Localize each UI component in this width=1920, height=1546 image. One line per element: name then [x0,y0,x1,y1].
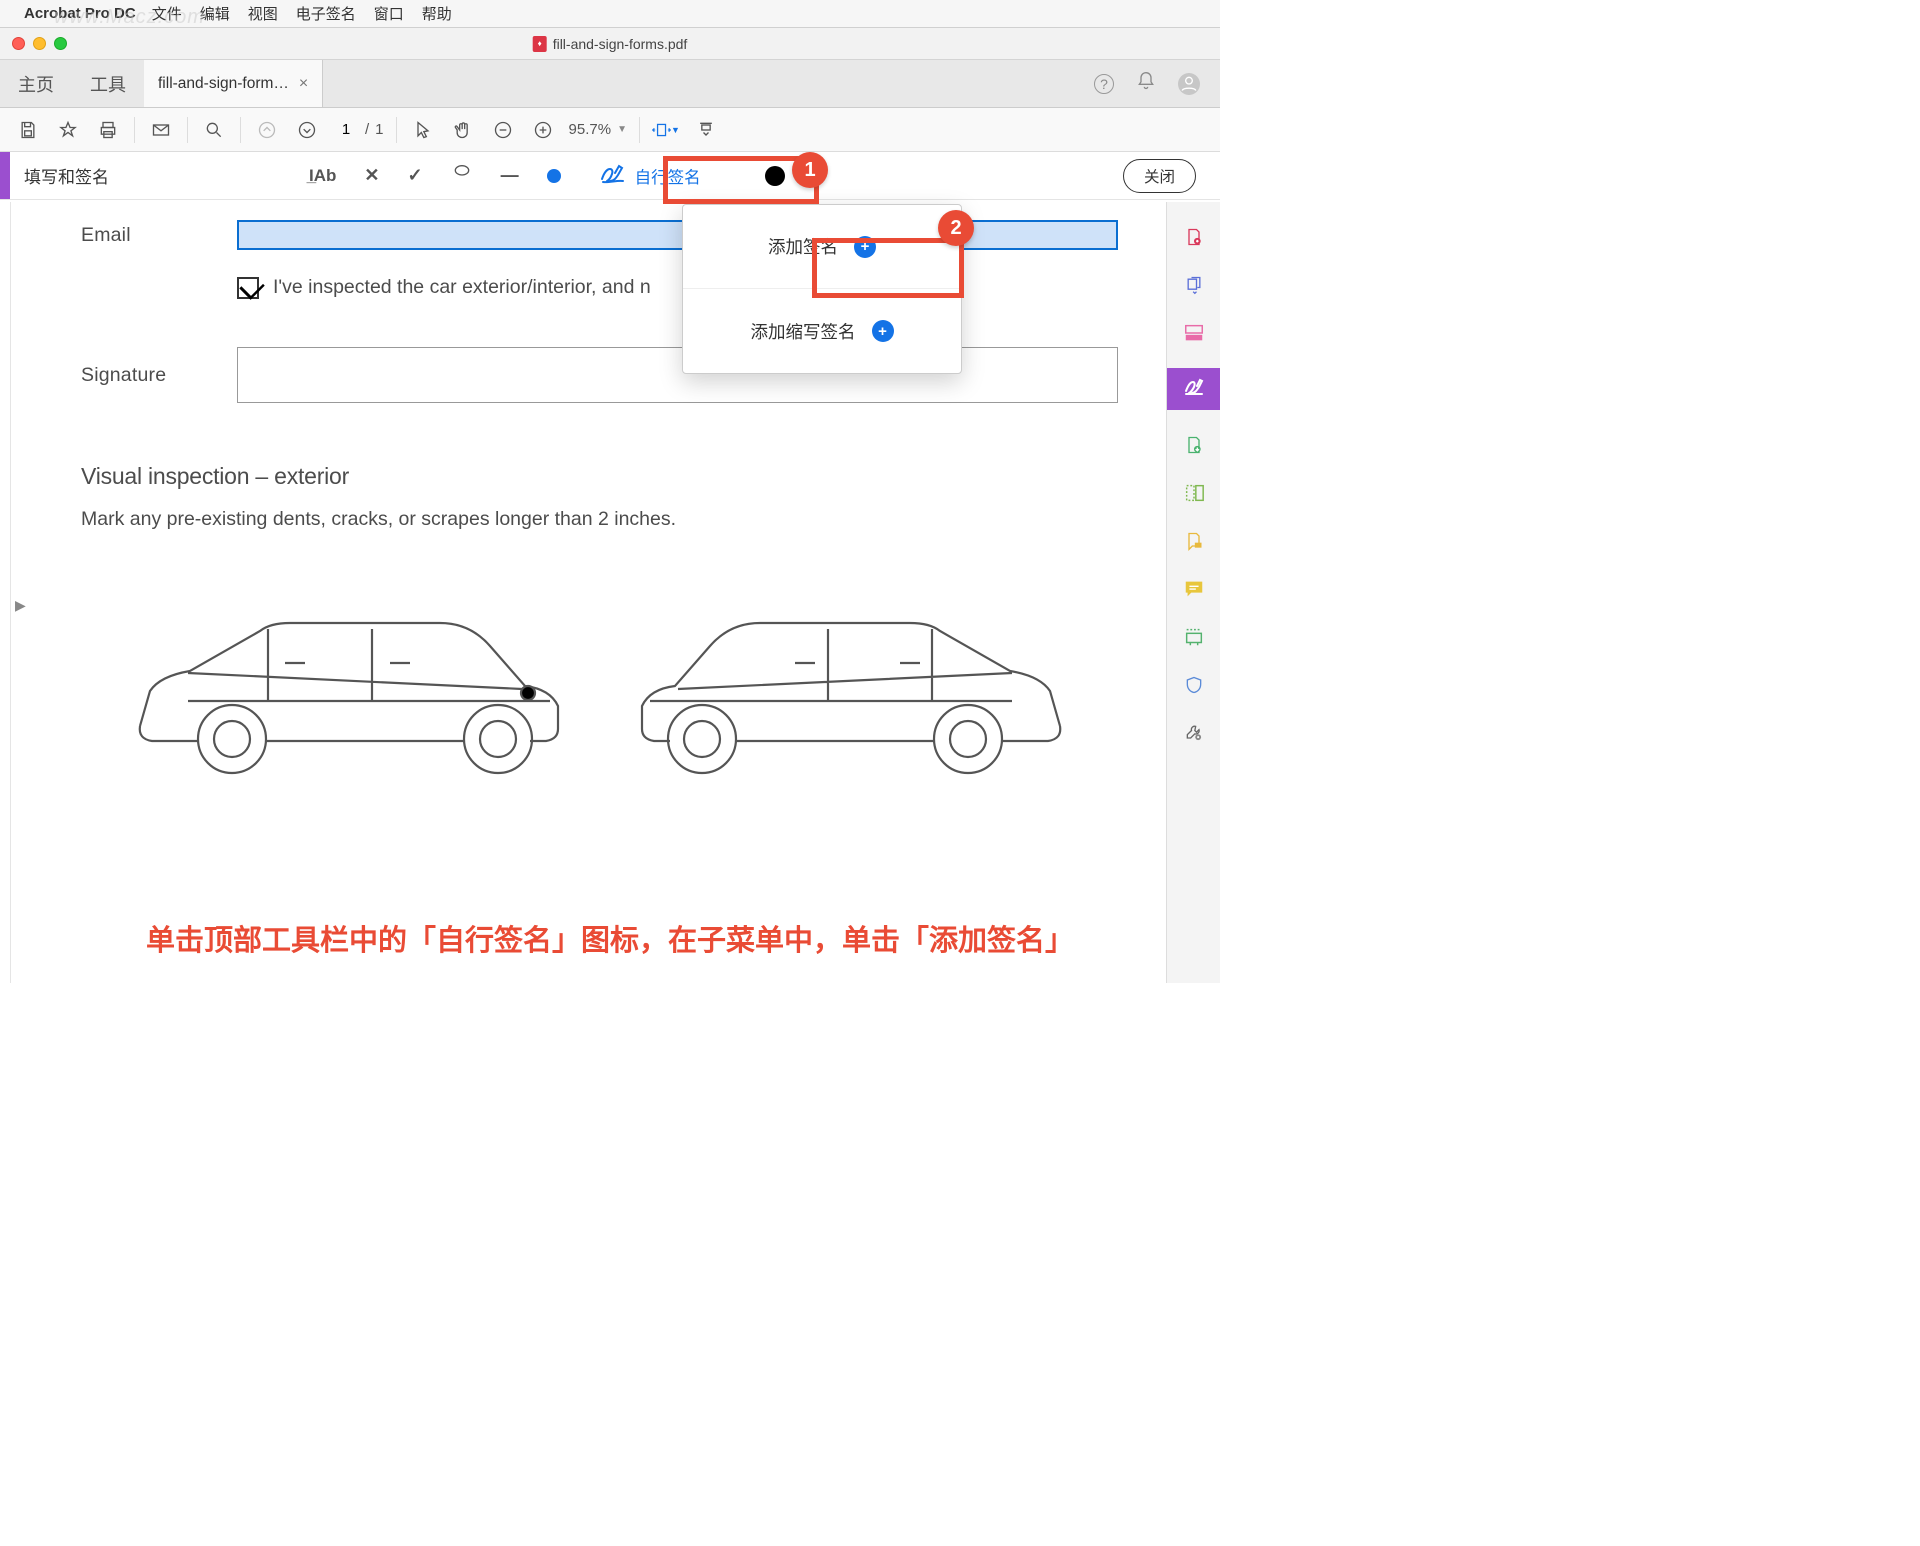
zoom-level[interactable]: 95.7% ▼ [569,121,627,138]
menu-esign[interactable]: 电子签名 [296,3,356,24]
scroll-mode-icon[interactable] [692,116,720,144]
app-name[interactable]: Acrobat Pro DC [24,5,136,22]
car-diagrams [81,581,1118,786]
fill-sign-pen-icon [1182,374,1206,404]
tab-bar: 主页 工具 fill-and-sign-form… × ? [0,60,1220,108]
callout-1-badge: 1 [792,152,828,188]
car-left-diagram[interactable] [110,581,580,786]
fill-sign-title: 填写和签名 [24,163,109,188]
pdf-badge-icon: ♦ [533,36,547,52]
tab-tools[interactable]: 工具 [72,71,144,97]
protect-icon[interactable] [1181,672,1207,698]
save-icon[interactable] [14,116,42,144]
plus-icon: + [854,236,876,258]
zoom-dropdown-icon[interactable]: ▼ [617,124,627,135]
sign-dropdown: 添加签名 + 添加缩写签名 + [682,204,962,374]
tab-home[interactable]: 主页 [0,71,72,97]
instruction-text: 单击顶部工具栏中的「自行签名」图标，在子菜单中，单击「添加签名」 [146,917,1074,959]
sign-button[interactable]: 自行签名 [589,157,711,195]
close-fillsign-button[interactable]: 关闭 [1123,159,1196,193]
window-titlebar: ♦ fill-and-sign-forms.pdf [0,28,1220,60]
color-dot-black[interactable] [765,166,785,186]
circle-tool-icon[interactable] [451,165,473,186]
inspection-checkbox[interactable] [237,277,259,299]
fill-sign-indicator [0,152,10,199]
dropdown-add-initials-label: 添加缩写签名 [751,319,856,344]
callout-2-badge: 2 [938,210,974,246]
sign-label: 自行签名 [635,164,701,188]
maximize-window-button[interactable] [54,37,67,50]
plus-icon: + [872,320,894,342]
fill-sign-tool-active[interactable] [1167,368,1220,410]
hand-icon[interactable] [449,116,477,144]
fit-width-icon[interactable]: ▼ [652,116,680,144]
signature-field[interactable] [237,347,1118,403]
tab-active-document[interactable]: fill-and-sign-form… × [144,60,323,107]
fill-sign-bar: 填写和签名 I̲Ab ✕ ✓ — 自行签名 关闭 [0,152,1220,200]
text-tool-icon[interactable]: I̲Ab [309,166,336,186]
main-toolbar: / 1 95.7% ▼ ▼ [0,108,1220,152]
combine-files-icon[interactable] [1181,272,1207,298]
section-text: Mark any pre-existing dents, cracks, or … [81,508,1118,531]
send-comments-icon[interactable] [1181,528,1207,554]
email-input[interactable] [237,220,1118,250]
expand-left-panel-icon[interactable]: ▶ [15,597,26,614]
organize-pages-icon[interactable] [1181,480,1207,506]
pointer-icon[interactable] [409,116,437,144]
dropdown-add-signature-label: 添加签名 [768,234,838,259]
document-title: fill-and-sign-forms.pdf [553,36,688,52]
mail-icon[interactable] [147,116,175,144]
menu-view[interactable]: 视图 [248,3,278,24]
avatar-icon[interactable] [1178,73,1200,95]
traffic-lights [12,37,67,50]
edit-pdf-icon[interactable] [1181,320,1207,346]
scan-ocr-icon[interactable] [1181,624,1207,650]
menu-file[interactable]: 文件 [152,3,182,24]
document-area: ▶ Email I've inspected the car exterior/… [10,202,1158,983]
minimize-window-button[interactable] [33,37,46,50]
email-label: Email [81,224,237,247]
page-down-icon[interactable] [293,116,321,144]
create-pdf-icon[interactable] [1181,224,1207,250]
section-heading: Visual inspection – exterior [81,463,1118,490]
bell-icon[interactable] [1136,71,1156,96]
x-mark-tool-icon[interactable]: ✕ [364,165,379,186]
dropdown-add-initials[interactable]: 添加缩写签名 + [683,289,961,373]
checkbox-text: I've inspected the car exterior/interior… [273,276,651,299]
signature-label: Signature [81,364,237,387]
star-icon[interactable] [54,116,82,144]
page-up-icon[interactable] [253,116,281,144]
comment-icon[interactable] [1181,576,1207,602]
check-tool-icon[interactable]: ✓ [407,165,422,186]
mac-menubar: Acrobat Pro DC 文件 编辑 视图 电子签名 窗口 帮助 [0,0,1220,28]
window-title: ♦ fill-and-sign-forms.pdf [533,36,688,52]
menu-window[interactable]: 窗口 [374,3,404,24]
export-pdf-icon[interactable] [1181,432,1207,458]
tab-close-icon[interactable]: × [299,75,308,93]
dropdown-add-signature[interactable]: 添加签名 + [683,205,961,289]
dot-tool-icon[interactable] [547,169,561,183]
zoom-out-icon[interactable] [489,116,517,144]
help-icon[interactable]: ? [1094,74,1114,94]
tab-label: fill-and-sign-form… [158,75,289,93]
menu-help[interactable]: 帮助 [422,3,452,24]
sign-pen-icon [599,161,627,191]
car-right-diagram[interactable] [620,581,1090,786]
page-current-input[interactable] [333,121,359,138]
right-side-panel [1166,202,1220,983]
close-window-button[interactable] [12,37,25,50]
zoom-in-icon[interactable] [529,116,557,144]
print-icon[interactable] [94,116,122,144]
menu-edit[interactable]: 编辑 [200,3,230,24]
line-tool-icon[interactable]: — [501,165,519,186]
page-total: 1 [375,121,383,138]
page-indicator: / 1 [333,121,384,138]
more-tools-icon[interactable] [1181,720,1207,746]
search-icon[interactable] [200,116,228,144]
